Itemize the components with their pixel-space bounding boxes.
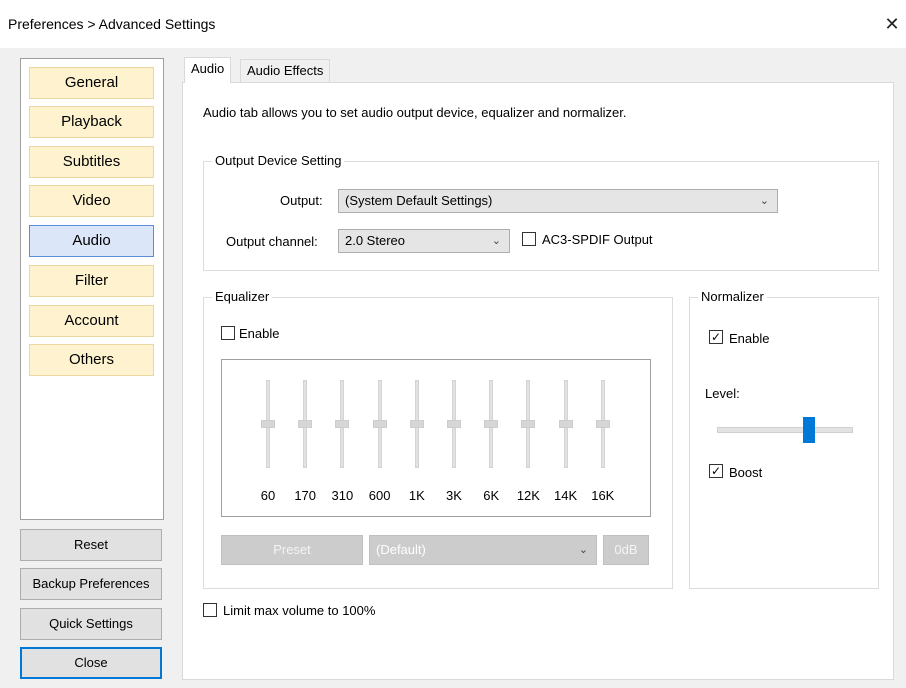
normalizer-title: Normalizer — [698, 289, 767, 305]
category-video[interactable]: Video — [29, 185, 154, 217]
eq-band-label: 16K — [591, 488, 615, 503]
eq-band-thumb[interactable] — [409, 420, 424, 428]
boost-checkbox[interactable]: ✓ — [709, 464, 723, 478]
close-button[interactable]: Close — [20, 647, 162, 679]
output-device-value: (System Default Settings) — [345, 193, 493, 208]
backup-preferences-button[interactable]: Backup Preferences — [20, 568, 162, 600]
category-audio[interactable]: Audio — [29, 225, 154, 257]
eq-band-thumb[interactable] — [335, 420, 350, 428]
equalizer-title: Equalizer — [212, 289, 273, 305]
preset-select[interactable]: (Default) ⌄ — [369, 535, 597, 565]
eq-band-label: 310 — [331, 488, 354, 503]
eq-band-label: 170 — [294, 488, 317, 503]
limit-volume-label: Limit max volume to 100% — [223, 603, 376, 618]
category-account[interactable]: Account — [29, 305, 154, 337]
category-others[interactable]: Others — [29, 344, 154, 376]
output-device-title: Output Device Setting — [212, 153, 345, 169]
audio-tab-panel: Audio tab allows you to set audio output… — [182, 82, 894, 680]
eq-band-thumb[interactable] — [447, 420, 461, 428]
category-list: General Playback Subtitles Video Audio F… — [20, 58, 164, 520]
category-playback[interactable]: Playback — [29, 106, 154, 138]
normalizer-enable-label: Enable — [729, 331, 770, 346]
limit-volume-checkbox[interactable] — [203, 603, 217, 617]
boost-label: Boost — [729, 465, 763, 480]
output-channel-select[interactable]: 2.0 Stereo ⌄ — [338, 229, 510, 253]
preset-button[interactable]: Preset — [221, 535, 363, 565]
chevron-down-icon: ⌄ — [491, 235, 501, 247]
equalizer-enable-label: Enable — [239, 326, 280, 341]
eq-band-thumb[interactable] — [558, 420, 573, 428]
title-bar: Preferences > Advanced Settings ✕ — [0, 0, 906, 48]
output-device-select[interactable]: (System Default Settings) ⌄ — [338, 189, 778, 213]
chevron-down-icon: ⌄ — [759, 195, 769, 207]
quick-settings-button[interactable]: Quick Settings — [20, 608, 162, 640]
reset-button[interactable]: Reset — [20, 529, 162, 561]
eq-band-label: 1K — [408, 488, 425, 503]
equalizer-enable-checkbox[interactable] — [221, 326, 235, 340]
category-general[interactable]: General — [29, 67, 154, 99]
eq-band-thumb[interactable] — [484, 420, 499, 428]
eq-band-label: 60 — [260, 488, 276, 503]
eq-band-label: 12K — [516, 488, 540, 503]
category-filter[interactable]: Filter — [29, 265, 154, 297]
output-channel-value: 2.0 Stereo — [345, 233, 405, 248]
spdif-label: AC3-SPDIF Output — [542, 232, 653, 247]
audio-description: Audio tab allows you to set audio output… — [203, 105, 627, 120]
equalizer-bands-box: 60 170 310 600 1K 3K 6K 12K 14K 16K — [221, 359, 651, 517]
eq-band-thumb[interactable] — [298, 420, 313, 428]
level-slider-thumb[interactable] — [803, 417, 816, 443]
spdif-checkbox[interactable] — [522, 232, 536, 246]
category-subtitles[interactable]: Subtitles — [29, 146, 154, 178]
normalizer-enable-checkbox[interactable]: ✓ — [709, 330, 723, 344]
window-title: Preferences > Advanced Settings — [8, 16, 216, 32]
tab-audio-effects[interactable]: Audio Effects — [240, 59, 331, 83]
output-channel-label: Output channel: — [226, 234, 318, 249]
level-label: Level: — [705, 386, 740, 401]
level-slider-track[interactable] — [717, 427, 853, 433]
eq-band-thumb[interactable] — [372, 420, 387, 428]
close-icon[interactable]: ✕ — [878, 8, 906, 40]
eq-band-label: 6K — [483, 488, 500, 503]
eq-band-label: 14K — [554, 488, 578, 503]
preset-value: (Default) — [376, 542, 426, 557]
chevron-down-icon: ⌄ — [578, 544, 588, 556]
eq-band-thumb[interactable] — [521, 420, 536, 428]
eq-band-thumb[interactable] — [261, 420, 275, 428]
output-device-group: Output Device Setting Output: (System De… — [203, 153, 879, 271]
zero-db-button[interactable]: 0dB — [603, 535, 649, 565]
tab-audio[interactable]: Audio — [184, 57, 232, 83]
eq-band-label: 3K — [446, 488, 462, 503]
output-label: Output: — [280, 193, 323, 208]
eq-band-thumb[interactable] — [595, 420, 610, 428]
eq-band-label: 600 — [368, 488, 391, 503]
